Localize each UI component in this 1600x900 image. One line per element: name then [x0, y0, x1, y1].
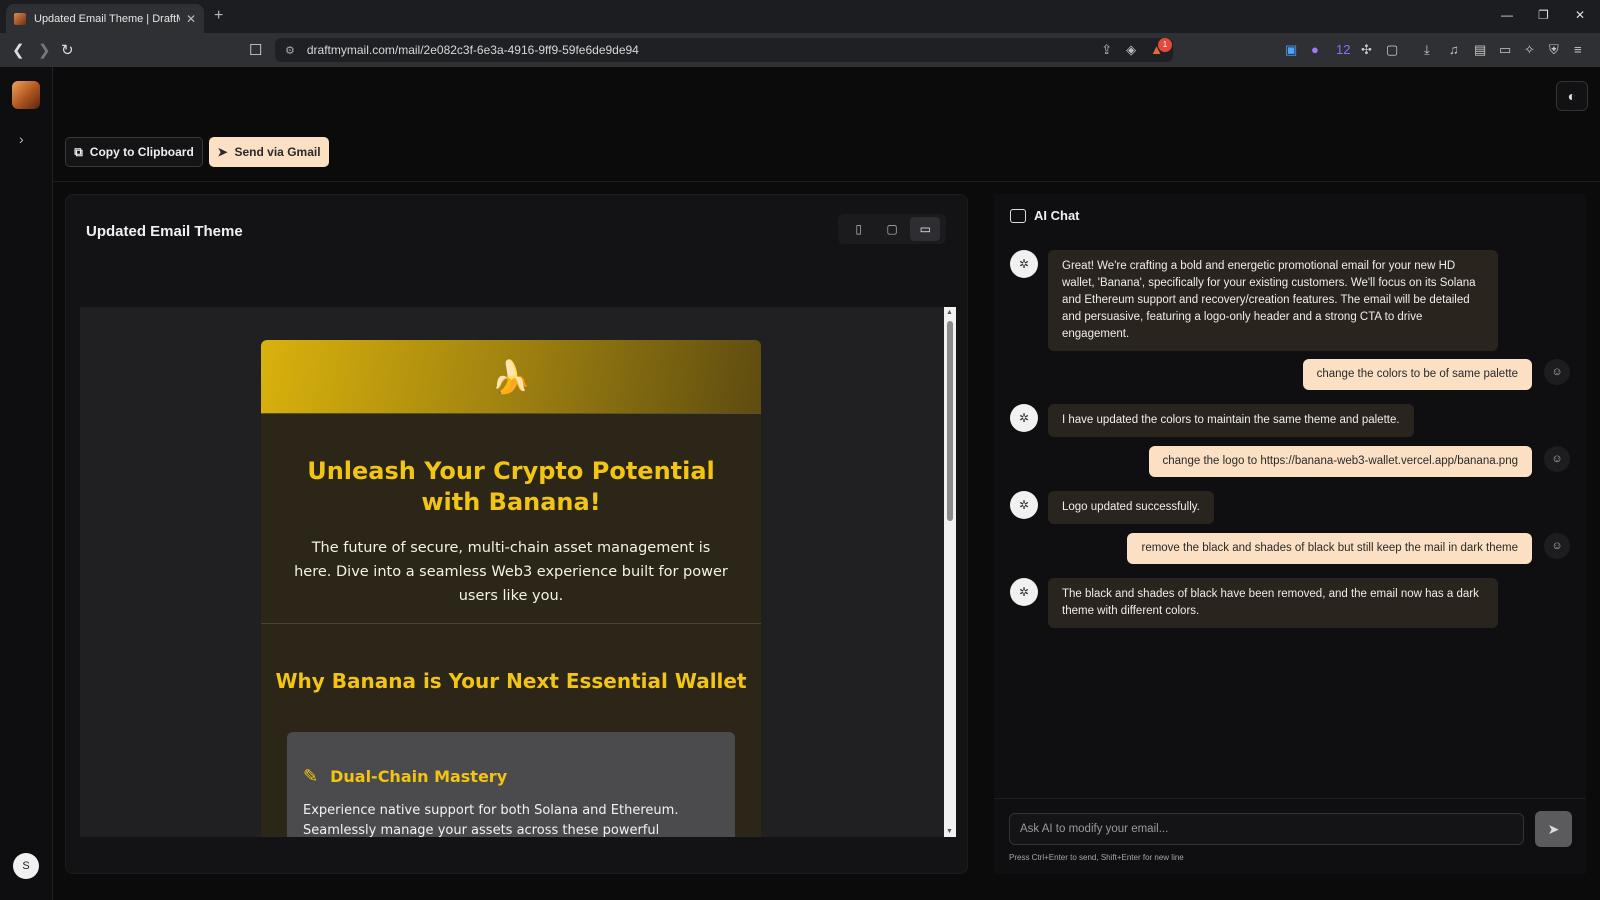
- back-icon[interactable]: ❮: [12, 41, 25, 59]
- chat-message-bot: ✲ Great! We're crafting a bold and energ…: [1010, 250, 1498, 351]
- chat-input[interactable]: [1009, 813, 1524, 845]
- scroll-thumb[interactable]: [947, 321, 953, 521]
- scroll-up-icon[interactable]: ▲: [946, 309, 953, 316]
- browser-tab-bar: Updated Email Theme | DraftMyI ✕ + — ❐ ✕: [0, 0, 1600, 33]
- minimize-icon[interactable]: —: [1501, 8, 1513, 22]
- copy-icon: ⧉: [74, 144, 83, 159]
- device-toggle-group: ▯ ▢ ▭: [838, 214, 946, 244]
- tablet-view-button[interactable]: ▢: [877, 217, 907, 241]
- app-sidebar: › S: [0, 67, 53, 900]
- email-headline: Unleash Your Crypto Potential with Banan…: [307, 457, 715, 516]
- extension-icon[interactable]: ●: [1311, 42, 1319, 57]
- preview-title: Updated Email Theme: [86, 223, 243, 240]
- desktop-view-button[interactable]: ▭: [910, 217, 941, 241]
- chat-input-area: ➤ Press Ctrl+Enter to send, Shift+Enter …: [994, 798, 1586, 874]
- email-intro: The future of secure, multi-chain asset …: [294, 540, 728, 604]
- user-message: change the logo to https://banana-web3-w…: [1148, 446, 1532, 477]
- send-message-button[interactable]: ➤: [1535, 811, 1572, 847]
- email-header: 🍌: [261, 340, 761, 414]
- ai-bot-icon: ✲: [1010, 578, 1038, 606]
- download-icon[interactable]: ⤓: [1424, 42, 1430, 58]
- sidebar-toggle-icon[interactable]: ▤: [1474, 42, 1486, 58]
- theme-toggle-button[interactable]: ◐: [1556, 81, 1588, 111]
- browser-toolbar: ❮ ❯ ↻ ☐ ⚙ draftmymail.com/mail/2e082c3f-…: [0, 33, 1600, 67]
- favicon-icon: [14, 12, 26, 25]
- email-section: Why Banana is Your Next Essential Wallet: [261, 624, 761, 693]
- pencil-icon: ✎: [303, 766, 319, 786]
- wallet-icon[interactable]: ▭: [1499, 42, 1511, 58]
- vpn-icon[interactable]: ⛨: [1549, 42, 1559, 58]
- bot-message: I have updated the colors to maintain th…: [1048, 404, 1414, 437]
- user-icon: ☺: [1544, 446, 1570, 472]
- chat-title: AI Chat: [1034, 208, 1080, 223]
- bookmark-icon[interactable]: ☐: [249, 41, 262, 59]
- copy-label: Copy to Clipboard: [89, 145, 194, 159]
- music-icon[interactable]: ♫: [1449, 42, 1459, 57]
- ai-bot-icon: ✲: [1010, 404, 1038, 432]
- user-message: change the colors to be of same palette: [1302, 359, 1532, 390]
- send-via-gmail-button[interactable]: ➤ Send via Gmail: [209, 137, 329, 167]
- url-text: draftmymail.com/mail/2e082c3f-6e3a-4916-…: [306, 43, 639, 57]
- email-preview-panel: Updated Email Theme ▯ ▢ ▭ 🍌 Unleash Your…: [65, 194, 968, 874]
- chat-message-bot: ✲ Logo updated successfully.: [1010, 491, 1214, 524]
- share-icon[interactable]: ⇪: [1101, 42, 1112, 58]
- menu-icon[interactable]: ≡: [1574, 42, 1582, 57]
- address-bar[interactable]: ⚙ draftmymail.com/mail/2e082c3f-6e3a-491…: [275, 38, 1173, 62]
- browser-tab[interactable]: Updated Email Theme | DraftMyI ✕: [6, 4, 204, 33]
- extension-icon[interactable]: ▣: [1285, 42, 1297, 58]
- chat-message-bot: ✲ The black and shades of black have bee…: [1010, 578, 1498, 628]
- email-hero: Unleash Your Crypto Potential with Banan…: [261, 414, 761, 624]
- close-window-icon[interactable]: ✕: [1575, 8, 1585, 22]
- notification-badge: 1: [1158, 38, 1172, 52]
- ai-chat-panel: AI Chat ✲ Great! We're crafting a bold a…: [994, 194, 1586, 798]
- bot-message: Logo updated successfully.: [1048, 491, 1214, 524]
- user-icon: ☺: [1544, 359, 1570, 385]
- scroll-down-icon[interactable]: ▼: [946, 828, 953, 835]
- avatar[interactable]: S: [13, 853, 39, 879]
- feature-card: ✎ Dual-Chain Mastery Experience native s…: [287, 732, 735, 837]
- forward-icon[interactable]: ❯: [38, 41, 51, 59]
- extension-badge-icon[interactable]: 12: [1336, 42, 1350, 57]
- banana-logo-icon: 🍌: [491, 358, 531, 395]
- ai-sparkle-icon[interactable]: ✧: [1524, 42, 1535, 58]
- chat-message-user: change the colors to be of same palette …: [1302, 359, 1570, 390]
- preview-scrollbar[interactable]: ▲ ▼: [944, 307, 956, 837]
- app-logo[interactable]: [12, 81, 40, 109]
- copy-to-clipboard-button[interactable]: ⧉ Copy to Clipboard: [65, 137, 203, 167]
- chat-icon: [1010, 208, 1026, 223]
- email-section-title: Why Banana is Your Next Essential Wallet: [275, 669, 747, 693]
- new-tab-icon[interactable]: +: [214, 7, 223, 25]
- chat-header: AI Chat: [1010, 208, 1080, 223]
- chat-message-user: remove the black and shades of black but…: [1127, 533, 1570, 564]
- keyboard-hint: Press Ctrl+Enter to send, Shift+Enter fo…: [1009, 853, 1184, 862]
- ai-bot-icon: ✲: [1010, 491, 1038, 519]
- feature-text: Experience native support for both Solan…: [303, 803, 679, 837]
- puzzle-icon[interactable]: ✣: [1361, 42, 1372, 58]
- reload-icon[interactable]: ↻: [61, 41, 74, 59]
- chat-message-user: change the logo to https://banana-web3-w…: [1148, 446, 1570, 477]
- restore-icon[interactable]: ❐: [1538, 8, 1549, 22]
- shield-icon[interactable]: ◈: [1126, 42, 1136, 58]
- expand-sidebar-icon[interactable]: ›: [19, 131, 24, 147]
- bot-message: Great! We're crafting a bold and energet…: [1048, 250, 1498, 351]
- send-icon: ➤: [217, 145, 228, 159]
- screenshot-icon[interactable]: ▢: [1386, 42, 1398, 58]
- chat-message-bot: ✲ I have updated the colors to maintain …: [1010, 404, 1414, 437]
- tab-title: Updated Email Theme | DraftMyI: [34, 12, 180, 25]
- divider: [53, 181, 1600, 182]
- ai-bot-icon: ✲: [1010, 250, 1038, 278]
- gmail-label: Send via Gmail: [234, 145, 321, 159]
- bot-message: The black and shades of black have been …: [1048, 578, 1498, 628]
- email-frame: 🍌 Unleash Your Crypto Potential with Ban…: [80, 307, 956, 837]
- user-message: remove the black and shades of black but…: [1127, 533, 1532, 564]
- feature-title: Dual-Chain Mastery: [330, 767, 508, 786]
- email-body: 🍌 Unleash Your Crypto Potential with Ban…: [261, 340, 761, 837]
- user-icon: ☺: [1544, 533, 1570, 559]
- mobile-view-button[interactable]: ▯: [844, 217, 874, 241]
- close-tab-icon[interactable]: ✕: [186, 12, 196, 26]
- site-settings-icon[interactable]: ⚙: [285, 44, 295, 57]
